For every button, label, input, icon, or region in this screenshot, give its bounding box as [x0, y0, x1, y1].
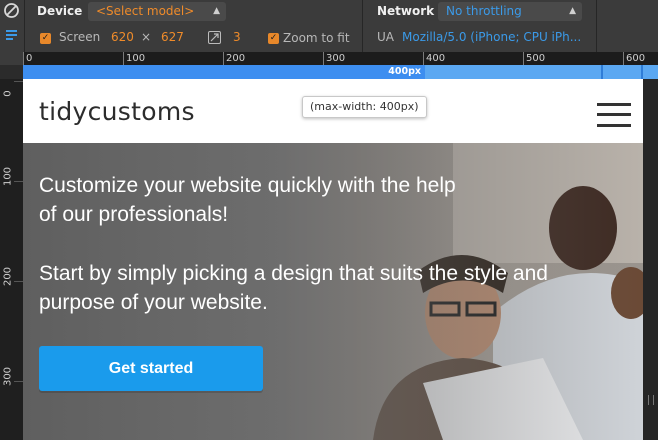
- vertical-ruler: 0 100 200 300: [0, 79, 23, 440]
- toolbar-separator: [362, 0, 363, 52]
- zoom-to-fit-label: Zoom to fit: [283, 31, 350, 45]
- device-model-select[interactable]: <Select model> ▲: [88, 2, 226, 21]
- user-agent-input[interactable]: Mozilla/5.0 (iPhone; CPU iPh...: [402, 30, 582, 44]
- ruler-tick: [23, 52, 24, 65]
- ruler-label: 100: [126, 53, 146, 64]
- resize-handle-icon[interactable]: [648, 395, 654, 405]
- network-throttling-select[interactable]: No throttling ▲: [438, 2, 582, 21]
- ruler-label: 300: [326, 53, 346, 64]
- ruler-tick: [14, 181, 23, 182]
- site-logo[interactable]: tidycustoms: [39, 97, 195, 126]
- devtools-emulation-toolbar: Device <Select model> ▲ ✓ Screen 620 × 6…: [0, 0, 658, 52]
- ruler-label: 400: [426, 53, 446, 64]
- ruler-tick: [14, 281, 23, 282]
- media-query-marker: [601, 65, 603, 79]
- ruler-label: 500: [526, 53, 546, 64]
- ruler-tick: [223, 52, 224, 65]
- select-arrows-icon: ▲: [213, 6, 220, 16]
- screen-checkbox[interactable]: ✓: [40, 33, 51, 44]
- ruler-label: 100: [2, 166, 14, 187]
- select-arrows-icon: ▲: [569, 6, 576, 16]
- ruler-label: 200: [226, 53, 246, 64]
- ruler-tick: [14, 381, 23, 382]
- ruler-tick: [423, 52, 424, 65]
- hero-section: Customize your website quickly with the …: [23, 143, 643, 440]
- ruler-tick: [123, 52, 124, 65]
- hamburger-menu-icon[interactable]: [597, 101, 631, 129]
- ruler-corner: [0, 52, 23, 65]
- screen-label: Screen: [59, 30, 101, 44]
- user-agent-label: UA: [377, 30, 394, 44]
- ruler-tick: [323, 52, 324, 65]
- toolbar-separator: [24, 0, 25, 52]
- ruler-label: 300: [2, 366, 14, 387]
- ruler-tick: [623, 52, 624, 65]
- device-model-select-value: <Select model>: [96, 4, 195, 18]
- ruler-tick: [523, 52, 524, 65]
- media-query-marker: [641, 65, 643, 79]
- ruler-label: 200: [2, 266, 14, 287]
- get-started-button[interactable]: Get started: [39, 346, 263, 391]
- media-query-max-width-400[interactable]: 400px: [23, 65, 425, 79]
- device-label: Device: [37, 4, 83, 18]
- media-query-bar[interactable]: 400px: [23, 65, 658, 79]
- screen-width-input[interactable]: 620: [111, 30, 134, 44]
- device-pixel-ratio-input[interactable]: 3: [233, 30, 241, 44]
- ruler-label: 600: [626, 53, 646, 64]
- hero-heading: Customize your website quickly with the …: [39, 174, 456, 226]
- media-query-tooltip: (max-width: 400px): [302, 96, 427, 118]
- screen-height-input[interactable]: 627: [161, 30, 184, 44]
- viewport-resize-gutter[interactable]: [643, 79, 658, 440]
- toolbar-separator: [596, 0, 597, 52]
- network-label: Network: [377, 4, 435, 18]
- times-sign: ×: [141, 30, 152, 44]
- zoom-to-fit-checkbox[interactable]: ✓: [268, 33, 279, 44]
- device-pixel-ratio-icon: [208, 31, 221, 44]
- hero-text: Start by simply picking a design that su…: [39, 262, 548, 314]
- device-mode-icon[interactable]: [3, 26, 20, 43]
- no-entry-icon[interactable]: [3, 2, 20, 19]
- emulated-viewport: tidycustoms Customize your website quick…: [23, 79, 643, 440]
- network-throttling-select-value: No throttling: [446, 4, 522, 18]
- ruler-tick: [14, 81, 23, 82]
- ruler-label: 0: [2, 90, 14, 97]
- ruler-label: 0: [26, 53, 33, 64]
